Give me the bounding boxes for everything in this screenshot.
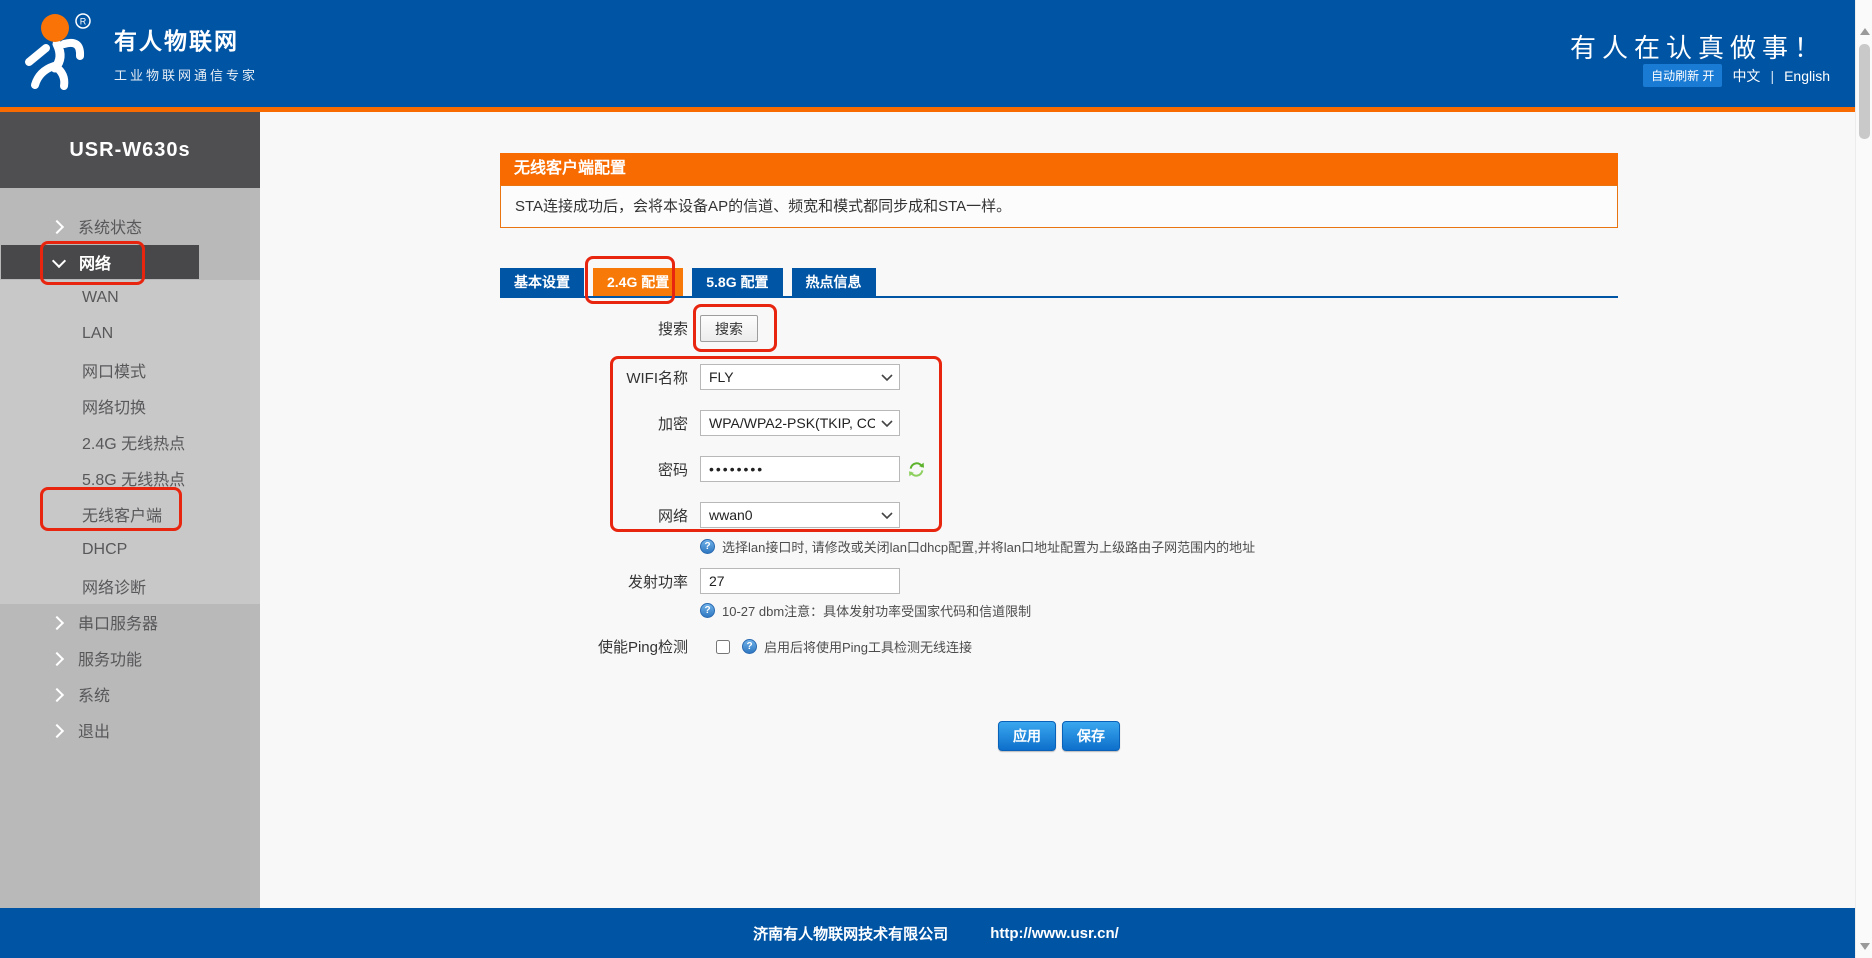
scrollbar-thumb[interactable] bbox=[1859, 44, 1870, 139]
wifi-name-select[interactable]: FLY bbox=[700, 364, 900, 390]
tx-power-label: 发射功率 bbox=[627, 573, 688, 591]
sidebar-item-serial-server[interactable]: 串口服务器 bbox=[0, 604, 260, 640]
network-value: wwan0 bbox=[709, 507, 753, 523]
ping-hint-text: 启用后将使用Ping工具检测无线连接 bbox=[764, 640, 973, 655]
scroll-down-arrow-icon[interactable] bbox=[1860, 943, 1870, 950]
main-content: 无线客户端配置 STA连接成功后，会将本设备AP的信道、频宽和模式都同步成和ST… bbox=[500, 153, 1618, 751]
lang-separator: | bbox=[1770, 67, 1775, 84]
tx-power-input[interactable] bbox=[700, 568, 900, 594]
refresh-password-icon[interactable] bbox=[908, 461, 925, 478]
chevron-right-icon bbox=[52, 221, 62, 231]
chevron-right-icon bbox=[52, 725, 62, 735]
lang-en-link[interactable]: English bbox=[1784, 68, 1830, 84]
sidebar-item-network-switch[interactable]: 网络切换 bbox=[0, 388, 260, 424]
device-model-title: USR-W630s bbox=[0, 112, 260, 188]
sidebar-item-label: WAN bbox=[82, 289, 119, 306]
sidebar-item-label: 无线客户端 bbox=[82, 508, 163, 525]
chevron-down-icon bbox=[881, 374, 893, 382]
top-header-bar: R 有人物联网 工业物联网通信专家 有人在认真做事！ 自动刷新 开 中文 | E… bbox=[0, 0, 1872, 107]
sidebar-item-port-mode[interactable]: 网口模式 bbox=[0, 352, 260, 388]
help-icon: ? bbox=[700, 603, 715, 618]
sidebar-item-58g-hotspot[interactable]: 5.8G 无线热点 bbox=[0, 460, 260, 496]
sidebar-item-label: 串口服务器 bbox=[78, 616, 159, 633]
search-label: 搜索 bbox=[657, 321, 688, 338]
auto-refresh-badge[interactable]: 自动刷新 开 bbox=[1643, 64, 1723, 87]
tab-58g-config[interactable]: 5.8G 配置 bbox=[692, 268, 783, 296]
password-input[interactable] bbox=[700, 456, 900, 482]
brand-subtitle: 工业物联网通信专家 bbox=[114, 68, 259, 83]
scroll-up-arrow-icon[interactable] bbox=[1860, 28, 1870, 35]
tab-hotspot-info[interactable]: 热点信息 bbox=[791, 268, 876, 296]
sidebar-item-dhcp[interactable]: DHCP bbox=[0, 532, 260, 568]
sidebar-item-logout[interactable]: 退出 bbox=[0, 712, 260, 748]
tx-power-hint-text: 10-27 dbm注意：具体发射功率受国家代码和信道限制 bbox=[722, 604, 1032, 619]
sidebar-item-service-function[interactable]: 服务功能 bbox=[0, 640, 260, 676]
sidebar-item-label: DHCP bbox=[82, 541, 128, 558]
header-slogan: 有人在认真做事！ bbox=[1569, 33, 1826, 63]
sidebar-item-label: 网口模式 bbox=[82, 364, 147, 381]
ping-enable-checkbox[interactable] bbox=[716, 639, 730, 654]
sidebar-item-label: 网络诊断 bbox=[82, 580, 147, 597]
sidebar-item-label: 系统状态 bbox=[78, 220, 143, 237]
sidebar-item-network[interactable]: 网络 bbox=[0, 244, 200, 280]
apply-button[interactable]: 应用 bbox=[998, 721, 1056, 751]
svg-text:R: R bbox=[80, 17, 87, 27]
sidebar-item-system-status[interactable]: 系统状态 bbox=[0, 208, 260, 244]
tab-bar: 基本设置 2.4G 配置 5.8G 配置 热点信息 bbox=[500, 268, 1618, 298]
sidebar-item-label: 系统 bbox=[78, 688, 111, 705]
sidebar-item-label: 2.4G 无线热点 bbox=[82, 436, 186, 453]
sidebar-item-label: 退出 bbox=[78, 724, 111, 741]
save-button[interactable]: 保存 bbox=[1062, 721, 1120, 751]
panel-title: 无线客户端配置 bbox=[500, 153, 1618, 185]
footer-company: 济南有人物联网技术有限公司 bbox=[753, 925, 949, 943]
sidebar-item-system[interactable]: 系统 bbox=[0, 676, 260, 712]
brand-title: 有人物联网 bbox=[114, 28, 239, 54]
sidebar-item-24g-hotspot[interactable]: 2.4G 无线热点 bbox=[0, 424, 260, 460]
chevron-down-icon bbox=[881, 512, 893, 520]
encryption-value: WPA/WPA2-PSK(TKIP, CCM bbox=[709, 415, 875, 431]
footer-url-link[interactable]: http://www.usr.cn/ bbox=[990, 925, 1119, 942]
sidebar-item-network-diagnosis[interactable]: 网络诊断 bbox=[0, 568, 260, 604]
help-icon: ? bbox=[742, 639, 757, 654]
sidebar-menu: 系统状态 网络 WAN LAN 网口模式 网络切换 2.4G 无线热点 5.8G… bbox=[0, 208, 260, 748]
panel-description: STA连接成功后，会将本设备AP的信道、频宽和模式都同步成和STA一样。 bbox=[500, 185, 1618, 228]
chevron-down-icon bbox=[53, 257, 63, 267]
sidebar-item-label: 网络 bbox=[79, 256, 112, 273]
search-button[interactable]: 搜索 bbox=[700, 315, 758, 342]
vertical-scrollbar[interactable] bbox=[1855, 0, 1872, 958]
network-hint-text: 选择lan接口时, 请修改或关闭lan口dhcp配置,并将lan口地址配置为上级… bbox=[722, 540, 1256, 555]
sidebar-item-wan[interactable]: WAN bbox=[0, 280, 260, 316]
sidebar-item-label: 服务功能 bbox=[78, 652, 143, 669]
chevron-right-icon bbox=[52, 653, 62, 663]
network-select[interactable]: wwan0 bbox=[700, 502, 900, 528]
encryption-select[interactable]: WPA/WPA2-PSK(TKIP, CCM bbox=[700, 410, 900, 436]
footer-bar: 济南有人物联网技术有限公司 http://www.usr.cn/ bbox=[0, 908, 1872, 958]
wifi-name-label: WIFI名称 bbox=[626, 369, 688, 387]
brand-logo: R 有人物联网 工业物联网通信专家 bbox=[16, 8, 258, 92]
password-label: 密码 bbox=[657, 461, 688, 479]
tab-24g-config[interactable]: 2.4G 配置 bbox=[593, 268, 684, 296]
tab-basic-settings[interactable]: 基本设置 bbox=[500, 268, 584, 296]
sidebar-item-wireless-client[interactable]: 无线客户端 bbox=[0, 496, 260, 532]
chevron-right-icon bbox=[52, 617, 62, 627]
wifi-name-value: FLY bbox=[709, 369, 734, 385]
sidebar-item-label: 网络切换 bbox=[82, 400, 147, 417]
encryption-label: 加密 bbox=[657, 415, 688, 433]
sidebar-nav: USR-W630s 系统状态 网络 WAN LAN 网口模式 网络切换 2.4G… bbox=[0, 112, 260, 908]
help-icon: ? bbox=[700, 539, 715, 554]
usr-person-logo-icon: R bbox=[25, 13, 91, 90]
ping-enable-label: 使能Ping检测 bbox=[597, 639, 688, 656]
header-orange-strip bbox=[0, 107, 1872, 112]
chevron-right-icon bbox=[52, 689, 62, 699]
chevron-down-icon bbox=[881, 420, 893, 428]
sidebar-item-label: LAN bbox=[82, 325, 114, 342]
network-label: 网络 bbox=[657, 507, 688, 525]
sidebar-item-label: 5.8G 无线热点 bbox=[82, 472, 186, 489]
lang-zh-link[interactable]: 中文 bbox=[1732, 66, 1760, 86]
sidebar-item-lan[interactable]: LAN bbox=[0, 316, 260, 352]
